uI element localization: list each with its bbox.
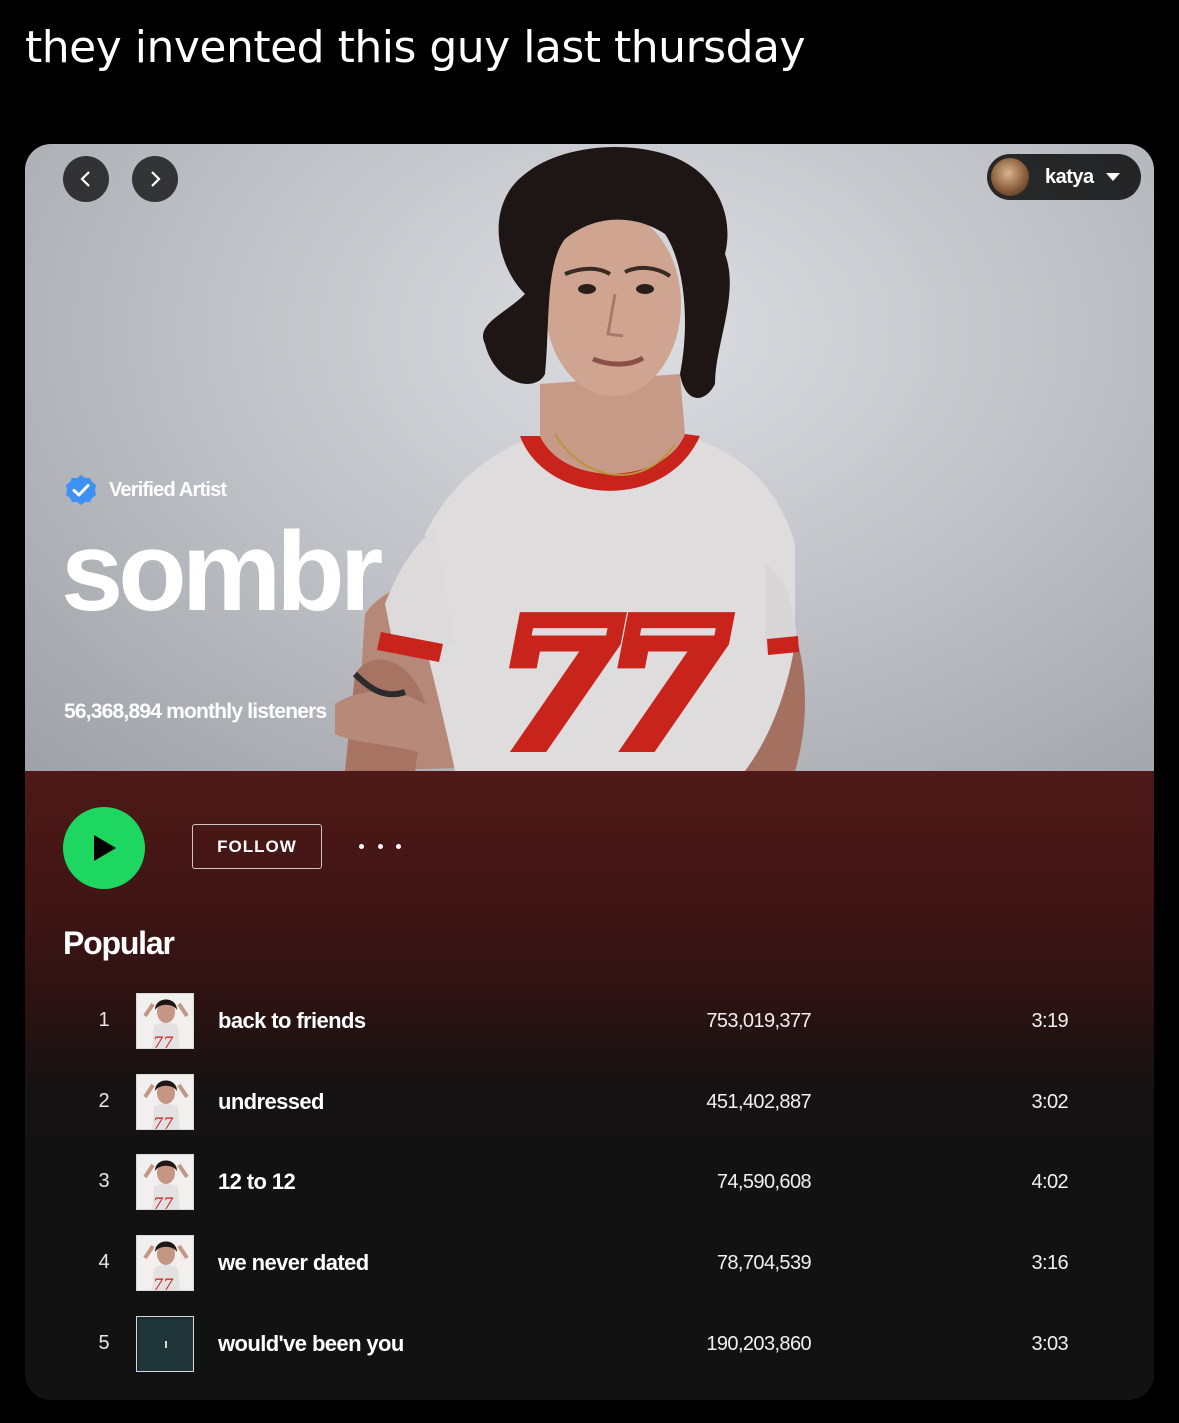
track-title: would've been you xyxy=(218,1331,404,1356)
track-play-count: 753,019,377 xyxy=(706,1010,811,1032)
track-title: back to friends xyxy=(218,1008,366,1033)
track-row[interactable]: 4 77 we never dated 78,704,539 3:16 xyxy=(25,1233,1154,1295)
monthly-listeners: 56,368,894 monthly listeners xyxy=(64,700,327,723)
artist-hero: 77 katya Verified Artist sombr 56,368,89… xyxy=(25,144,1154,771)
dot-icon xyxy=(359,843,364,849)
more-options-button[interactable] xyxy=(359,831,401,861)
user-name: katya xyxy=(1045,165,1094,188)
avatar xyxy=(991,158,1029,196)
track-play-count: 451,402,887 xyxy=(706,1091,811,1113)
svg-text:77: 77 xyxy=(153,1114,174,1130)
track-cover xyxy=(136,1316,194,1372)
track-rank: 2 xyxy=(98,1090,110,1112)
track-rank: 1 xyxy=(98,1009,110,1031)
svg-text:77: 77 xyxy=(153,1275,174,1291)
artist-content: FOLLOW Popular 1 77 back to friends 753,… xyxy=(25,771,1154,1400)
track-title: we never dated xyxy=(218,1250,369,1275)
play-icon xyxy=(94,835,116,861)
verified-artist-badge: Verified Artist xyxy=(65,474,227,506)
svg-text:77: 77 xyxy=(501,585,726,771)
track-duration: 3:19 xyxy=(1031,1010,1068,1032)
user-menu-button[interactable]: katya xyxy=(987,154,1141,200)
track-duration: 3:16 xyxy=(1031,1252,1068,1274)
chevron-left-icon xyxy=(80,171,90,187)
track-play-count: 74,590,608 xyxy=(716,1171,812,1193)
track-duration: 3:02 xyxy=(1031,1091,1068,1113)
track-cover: 77 xyxy=(136,993,194,1049)
verified-label: Verified Artist xyxy=(109,478,227,501)
back-button[interactable] xyxy=(63,156,109,202)
play-button[interactable] xyxy=(63,807,145,889)
track-row[interactable]: 1 77 back to friends 753,019,377 3:19 xyxy=(25,991,1154,1053)
artist-name: sombr xyxy=(61,509,383,634)
track-rank: 3 xyxy=(98,1170,110,1192)
svg-text:77: 77 xyxy=(153,1194,174,1210)
artist-page-card: 77 katya Verified Artist sombr 56,368,89… xyxy=(25,144,1154,1400)
track-rank: 4 xyxy=(98,1251,110,1273)
track-title: undressed xyxy=(218,1089,324,1114)
chevron-right-icon xyxy=(151,171,161,187)
artist-photo: 77 xyxy=(335,146,805,771)
dot-icon xyxy=(377,843,383,849)
forward-button[interactable] xyxy=(132,156,178,202)
track-play-count: 190,203,860 xyxy=(706,1333,811,1355)
track-cover: 77 xyxy=(136,1154,194,1210)
track-row[interactable]: 5 would've been you 190,203,860 3:03 xyxy=(25,1314,1154,1376)
popular-heading: Popular xyxy=(63,925,175,961)
track-cover: 77 xyxy=(136,1235,194,1291)
track-duration: 3:03 xyxy=(1031,1333,1068,1355)
svg-text:77: 77 xyxy=(153,1033,174,1049)
track-play-count: 78,704,539 xyxy=(716,1252,812,1274)
caret-down-icon xyxy=(1105,173,1120,181)
track-rank: 5 xyxy=(98,1332,110,1354)
track-cover: 77 xyxy=(136,1074,194,1130)
dot-icon xyxy=(396,843,401,849)
verified-check-icon xyxy=(66,475,96,505)
track-duration: 4:02 xyxy=(1031,1171,1068,1193)
follow-button[interactable]: FOLLOW xyxy=(192,824,322,869)
track-row[interactable]: 3 77 12 to 12 74,590,608 4:02 xyxy=(25,1152,1154,1214)
post-caption: they invented this guy last thursday xyxy=(25,22,806,73)
track-row[interactable]: 2 77 undressed 451,402,887 3:02 xyxy=(25,1072,1154,1134)
track-title: 12 to 12 xyxy=(218,1169,296,1194)
